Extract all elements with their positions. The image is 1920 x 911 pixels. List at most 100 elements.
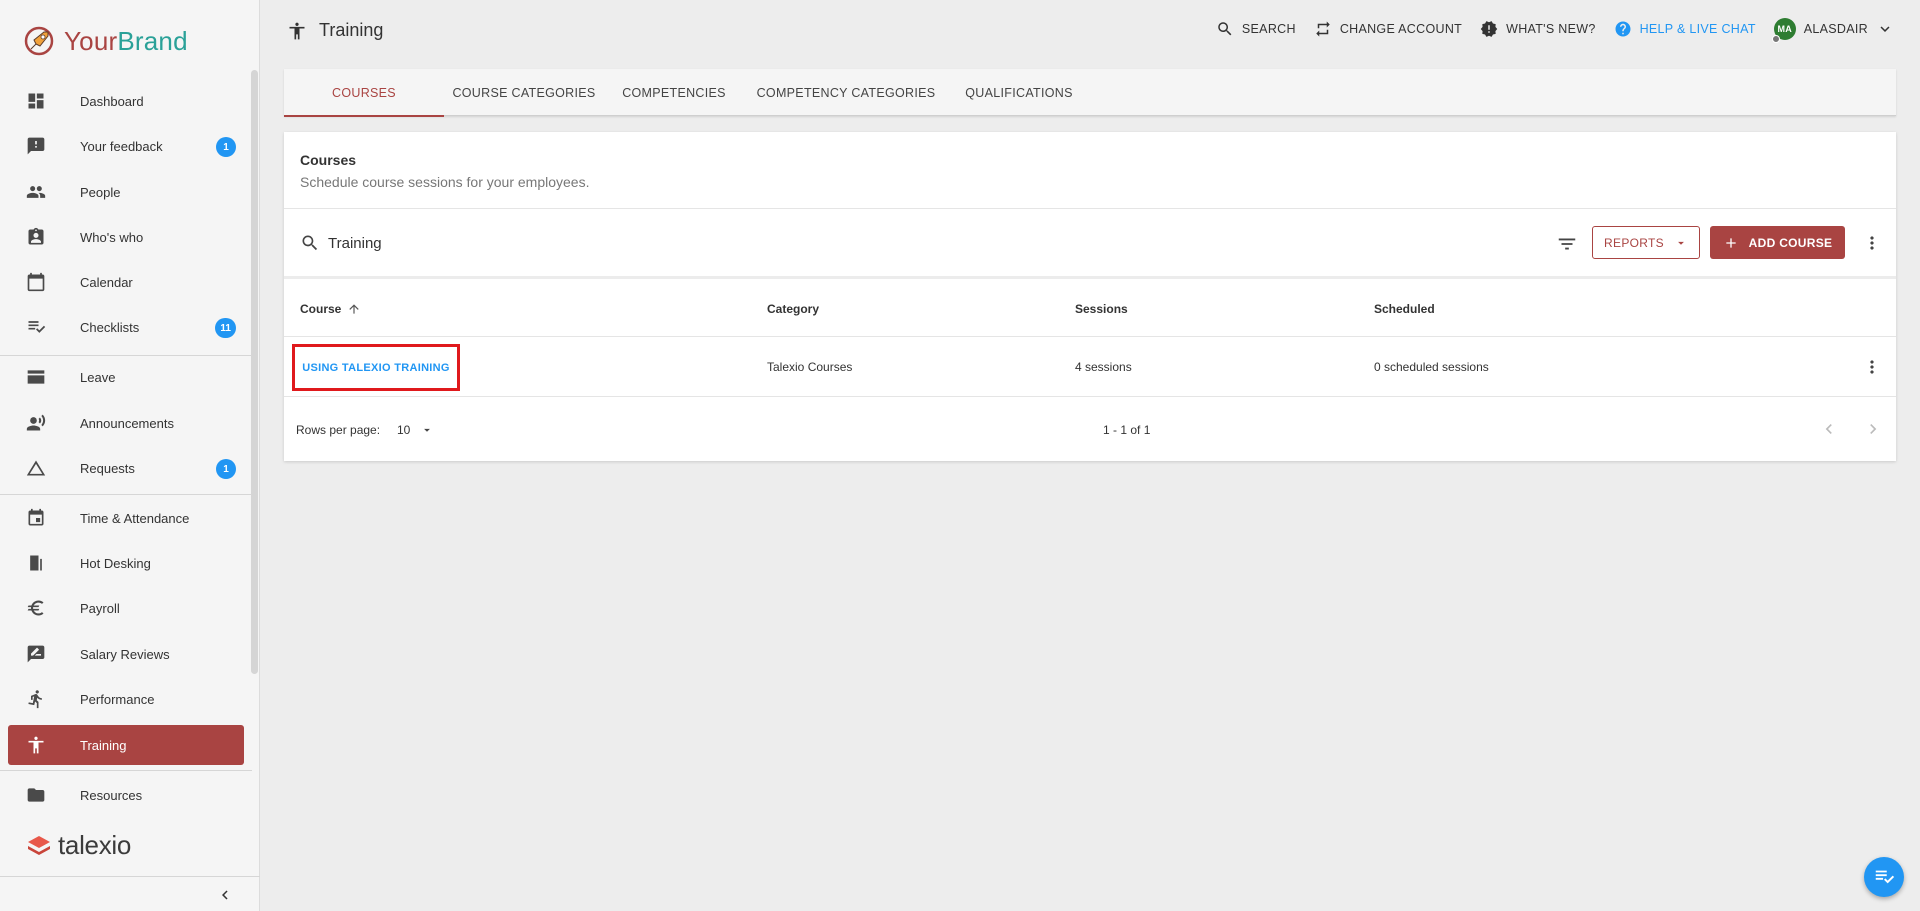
rate-review-icon xyxy=(26,644,46,664)
sidebar-item-label: Leave xyxy=(80,369,116,385)
sidebar: YourBrand Dashboard Your feedback 1 Peop… xyxy=(0,0,260,911)
sidebar-item-label: Payroll xyxy=(80,600,120,616)
tab-competencies[interactable]: COMPETENCIES xyxy=(604,69,744,116)
sidebar-item-requests[interactable]: Requests 1 xyxy=(8,448,244,488)
sidebar-item-your-feedback[interactable]: Your feedback 1 xyxy=(8,126,244,166)
rows-per-page-select[interactable]: 10 xyxy=(397,419,434,441)
notification-badge: 1 xyxy=(216,137,236,157)
sidebar-item-label: Your feedback xyxy=(80,138,163,154)
scheduled-cell: 0 scheduled sessions xyxy=(1374,360,1489,374)
sidebar-item-hot-desking[interactable]: Hot Desking xyxy=(8,543,244,583)
calendar-icon xyxy=(26,272,46,292)
running-icon xyxy=(26,689,46,709)
sidebar-scrollbar[interactable] xyxy=(251,70,258,674)
sidebar-item-label: Requests xyxy=(80,460,135,476)
avatar: MA xyxy=(1771,18,1796,43)
column-header-scheduled[interactable]: Scheduled xyxy=(1374,302,1435,316)
category-cell: Talexio Courses xyxy=(767,360,853,374)
notification-badge: 11 xyxy=(215,318,236,338)
top-bar: Training SEARCH CHANGE ACCOUNT WHAT'S NE… xyxy=(261,0,1920,62)
sidebar-item-leave[interactable]: Leave xyxy=(8,357,244,397)
door-icon xyxy=(26,553,46,573)
euro-icon xyxy=(26,598,46,618)
checklist-icon xyxy=(26,317,46,337)
sidebar-item-label: People xyxy=(80,184,121,200)
checklist-icon xyxy=(1875,870,1895,884)
sidebar-divider xyxy=(0,355,252,356)
status-dot xyxy=(1771,35,1780,43)
tab-competency-categories[interactable]: COMPETENCY CATEGORIES xyxy=(744,69,948,116)
more-vert-icon[interactable] xyxy=(1862,357,1882,377)
table-header: Course Category Sessions Scheduled xyxy=(284,282,1896,337)
user-name: ALASDAIR xyxy=(1803,22,1868,36)
table-toolbar: REPORTS ADD COURSE xyxy=(284,209,1896,279)
notification-badge: 1 xyxy=(216,459,236,479)
sidebar-item-label: Time & Attendance xyxy=(80,510,190,526)
column-header-sessions[interactable]: Sessions xyxy=(1075,302,1128,316)
sidebar-item-salary-reviews[interactable]: Salary Reviews xyxy=(8,634,244,674)
plus-icon xyxy=(1725,237,1736,248)
card-title: Courses xyxy=(300,152,357,168)
tab-courses[interactable]: COURSES xyxy=(284,69,444,117)
leave-icon xyxy=(26,367,46,387)
sidebar-item-resources[interactable]: Resources xyxy=(8,775,244,815)
tabs-bar: COURSES COURSE CATEGORIES COMPETENCIES C… xyxy=(284,69,1896,117)
triangle-icon xyxy=(26,458,46,478)
contact-badge-icon xyxy=(26,227,46,247)
sidebar-item-whos-who[interactable]: Who's who xyxy=(8,217,244,257)
sort-ascending-icon xyxy=(349,304,360,314)
pagination-range: 1 - 1 of 1 xyxy=(1103,423,1151,437)
chevron-left-icon[interactable] xyxy=(216,886,234,904)
user-menu[interactable]: MA ALASDAIR xyxy=(1771,18,1894,43)
sidebar-item-payroll[interactable]: Payroll xyxy=(8,588,244,628)
change-account-button[interactable]: CHANGE ACCOUNT xyxy=(1314,20,1462,38)
sidebar-item-label: Hot Desking xyxy=(80,555,151,571)
column-header-course[interactable]: Course xyxy=(300,302,361,316)
checklist-fab[interactable] xyxy=(1864,857,1904,897)
help-live-chat-button[interactable]: HELP & LIVE CHAT xyxy=(1614,20,1756,38)
more-vert-icon[interactable] xyxy=(1862,233,1882,253)
people-icon xyxy=(26,182,46,202)
sidebar-item-calendar[interactable]: Calendar xyxy=(8,262,244,302)
table-row[interactable]: USING TALEXIO TRAINING Talexio Courses 4… xyxy=(284,337,1896,397)
tab-qualifications[interactable]: QUALIFICATIONS xyxy=(948,69,1090,116)
sidebar-item-checklists[interactable]: Checklists 11 xyxy=(8,307,244,347)
course-link[interactable]: USING TALEXIO TRAINING xyxy=(292,344,460,391)
help-icon xyxy=(1615,21,1631,37)
chevron-down-icon xyxy=(1880,26,1890,32)
search-icon xyxy=(302,235,318,251)
card-subtitle: Schedule course sessions for your employ… xyxy=(300,174,590,190)
sidebar-item-label: Training xyxy=(80,737,127,753)
talexio-logo: talexio xyxy=(26,830,131,861)
chevron-left-icon[interactable] xyxy=(1819,419,1839,439)
whats-new-button[interactable]: WHAT'S NEW? xyxy=(1480,20,1595,38)
search-input[interactable] xyxy=(328,229,828,257)
feedback-icon xyxy=(26,136,46,156)
sidebar-item-label: Salary Reviews xyxy=(80,646,170,662)
sidebar-item-time-attendance[interactable]: Time & Attendance xyxy=(8,498,244,538)
page-title: Training xyxy=(287,20,383,41)
search-icon xyxy=(1218,22,1232,36)
sidebar-item-training[interactable]: Training xyxy=(8,725,244,765)
reports-button[interactable]: REPORTS xyxy=(1592,226,1700,259)
rocket-logo-icon xyxy=(24,26,54,56)
add-course-button[interactable]: ADD COURSE xyxy=(1710,226,1845,259)
tab-course-categories[interactable]: COURSE CATEGORIES xyxy=(444,69,604,116)
sidebar-divider xyxy=(0,770,252,771)
rows-per-page-label: Rows per page: xyxy=(296,423,381,437)
filter-icon[interactable] xyxy=(1556,233,1578,255)
card-header: Courses Schedule course sessions for you… xyxy=(284,132,1896,209)
sessions-cell: 4 sessions xyxy=(1075,360,1132,374)
sidebar-item-announcements[interactable]: Announcements xyxy=(8,403,244,443)
talexio-layers-icon xyxy=(28,835,50,855)
column-header-category[interactable]: Category xyxy=(767,302,819,316)
sidebar-item-dashboard[interactable]: Dashboard xyxy=(8,81,244,121)
search-button[interactable]: SEARCH xyxy=(1216,20,1296,38)
accessibility-icon xyxy=(26,735,46,755)
announcement-icon xyxy=(26,413,46,433)
brand-logo[interactable]: YourBrand xyxy=(22,24,188,58)
sidebar-item-people[interactable]: People xyxy=(8,172,244,212)
swap-icon xyxy=(1316,21,1330,37)
chevron-right-icon[interactable] xyxy=(1863,419,1883,439)
sidebar-item-performance[interactable]: Performance xyxy=(8,679,244,719)
